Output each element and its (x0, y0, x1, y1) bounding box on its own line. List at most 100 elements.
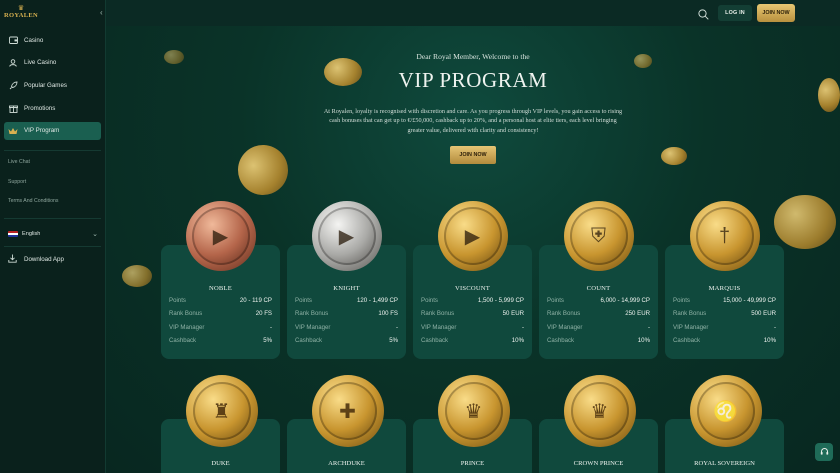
row-label: Cashback (169, 336, 197, 344)
row-label: Rank Bonus (421, 310, 455, 318)
sidebar-item-popular-games[interactable]: Popular Games (4, 76, 101, 94)
tier-name: VISCOUNT (455, 285, 490, 292)
floating-coin (122, 265, 152, 287)
tier-coin-icon: ✚ (311, 375, 384, 447)
tier-points-row: Points 120 - 1,499 CP (295, 297, 398, 304)
tier-coin-icon: ♌ (689, 375, 762, 447)
row-value: 250 EUR (625, 310, 650, 318)
sidebar: ♛ ROYALEN ‹ Casino Live Casino Popular G… (0, 0, 106, 473)
divider (4, 150, 101, 151)
tier-name: KNIGHT (333, 285, 360, 292)
row-value: 100 FS (378, 310, 398, 318)
sidebar-item-label: Casino (24, 36, 44, 44)
tier-vip-manager-row: VIP Manager - (673, 324, 776, 331)
floating-coin (774, 195, 836, 249)
main-content: LOG IN JOIN NOW Dear Royal Member, Welco… (106, 0, 840, 473)
tier-points-row: Points 15,000 - 49,999 CP (673, 297, 776, 304)
tier-coin-icon: ♛ (563, 375, 636, 447)
tier-coin-icon: ♜ (185, 375, 258, 447)
hero-greeting: Dear Royal Member, Welcome to the (416, 52, 530, 61)
row-value: 1,500 - 5,999 CP (477, 297, 524, 304)
row-label: Points (547, 297, 564, 304)
row-label: Cashback (421, 336, 449, 344)
row-label: Points (673, 297, 690, 304)
sidebar-item-casino[interactable]: Casino (4, 31, 101, 49)
row-value: 15,000 - 49,999 CP (723, 297, 776, 304)
tier-points-row: Points 20 - 119 CP (169, 297, 272, 304)
tier-rank-bonus-row: Rank Bonus 50 EUR (421, 310, 524, 317)
tier-name: ROYAL SOVEREIGN (694, 460, 755, 467)
row-value: - (647, 323, 650, 331)
cross-icon: ✚ (318, 382, 377, 440)
page-title: VIP PROGRAM (398, 68, 548, 92)
support-chat-button[interactable] (815, 443, 833, 461)
collapse-sidebar-icon[interactable]: ‹ (100, 8, 103, 17)
sidebar-nav: Casino Live Casino Popular Games Promoti… (4, 31, 101, 144)
helmet-icon: ♜ (192, 382, 251, 440)
royalen-logo[interactable]: ♛ ROYALEN (4, 5, 38, 22)
row-label: VIP Manager (169, 323, 205, 331)
download-app-button[interactable]: Download App (8, 254, 64, 265)
hero-description: At Royalen, loyalty is recognised with d… (323, 108, 623, 134)
language-selector[interactable]: English ⌄ (8, 229, 98, 239)
row-label: Cashback (295, 336, 323, 344)
row-value: 5% (263, 336, 272, 344)
sidebar-item-live-casino[interactable]: Live Casino (4, 54, 101, 72)
tier-rank-bonus-row: Rank Bonus 500 EUR (673, 310, 776, 317)
row-label: Points (421, 297, 438, 304)
sidebar-item-label: Popular Games (24, 81, 67, 89)
row-value: 120 - 1,499 CP (357, 297, 398, 304)
support-link[interactable]: Support (8, 179, 58, 199)
tier-points-row: Points 1,500 - 5,999 CP (421, 297, 524, 304)
tier-cashback-row: Cashback 5% (169, 337, 272, 344)
row-label: VIP Manager (673, 323, 709, 331)
tier-name: COUNT (586, 285, 611, 292)
sidebar-item-label: Promotions (24, 104, 56, 112)
row-value: 5% (389, 336, 398, 344)
tier-coin-icon: ▶ (437, 201, 508, 271)
tier-name: PRINCE (460, 460, 485, 467)
live-chat-link[interactable]: Live Chat (8, 159, 58, 179)
tier-coin-icon: ▶ (311, 201, 382, 271)
row-label: VIP Manager (295, 323, 331, 331)
hero-join-now-button[interactable]: JOIN NOW (450, 146, 496, 164)
tier-points-row: Points 6,000 - 14,999 CP (547, 297, 650, 304)
tier-rank-bonus-row: Rank Bonus 250 EUR (547, 310, 650, 317)
row-value: 10% (763, 336, 776, 344)
sidebar-item-vip-program[interactable]: VIP Program (4, 121, 101, 140)
crown-icon: ♛ (444, 382, 503, 440)
tier-name: DUKE (211, 460, 230, 467)
sidebar-item-promotions[interactable]: Promotions (4, 99, 101, 117)
row-label: Cashback (673, 336, 701, 344)
chevron-down-icon: ⌄ (92, 231, 98, 238)
tier-rank-bonus-row: Rank Bonus 20 FS (169, 310, 272, 317)
floating-coin (661, 147, 687, 165)
tier-name: NOBLE (209, 285, 232, 292)
floating-coin (230, 137, 296, 203)
tier-vip-manager-row: VIP Manager - (421, 324, 524, 331)
sword-icon: † (695, 207, 754, 265)
row-label: Points (169, 297, 186, 304)
sidebar-item-label: Live Casino (24, 59, 57, 67)
row-value: 20 FS (255, 310, 272, 318)
tier-name: ARCHDUKE (328, 460, 365, 467)
download-label: Download App (24, 256, 64, 263)
lion-icon: ♌ (696, 382, 755, 440)
terms-link[interactable]: Terms And Conditions (8, 198, 58, 218)
search-icon[interactable] (698, 7, 709, 20)
tier-coin-icon: † (689, 201, 760, 271)
row-value: - (773, 323, 776, 331)
rocket-icon (8, 80, 18, 90)
tier-vip-manager-row: VIP Manager - (295, 324, 398, 331)
row-label: Rank Bonus (295, 310, 329, 318)
join-now-button[interactable]: JOIN NOW (757, 4, 795, 22)
gift-icon (8, 103, 18, 113)
shield-icon: ⛨ (569, 207, 628, 265)
row-label: VIP Manager (547, 323, 583, 331)
tier-cashback-row: Cashback 10% (421, 337, 524, 344)
login-button[interactable]: LOG IN (718, 5, 752, 21)
hero-section: Dear Royal Member, Welcome to the VIP PR… (106, 52, 840, 135)
play-icon: ▶ (317, 207, 376, 265)
language-label: English (22, 231, 41, 237)
tier-coin-icon: ⛨ (563, 201, 634, 271)
